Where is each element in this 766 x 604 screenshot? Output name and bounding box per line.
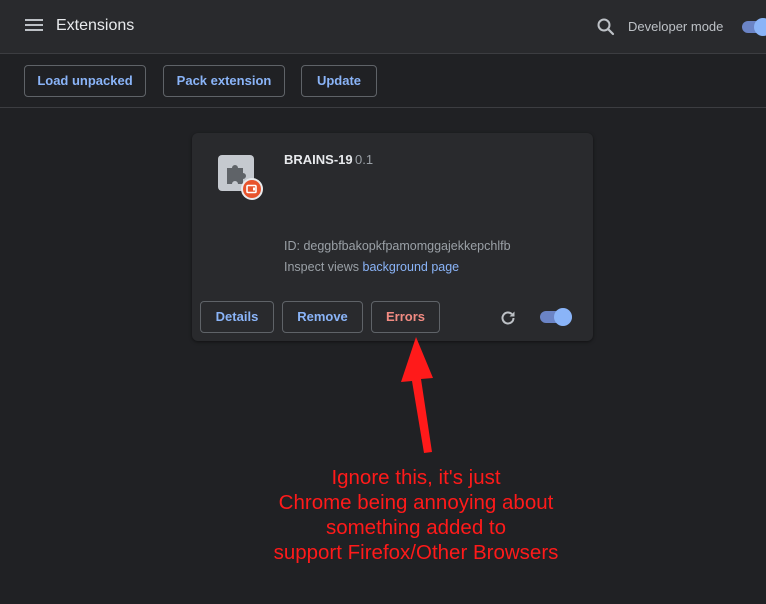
hamburger-menu-icon[interactable] [25,19,43,33]
extension-version: 0.1 [355,152,374,167]
extension-id: ID: deggbfbakopkfpamomggajekkepchlfb [284,239,511,253]
reload-icon[interactable] [497,307,519,329]
extension-enable-toggle[interactable] [540,308,574,326]
annotation-line: something added to [325,516,507,539]
details-button[interactable]: Details [200,301,274,333]
app-header: Extensions Developer mode [0,0,766,54]
annotation-line: Ignore this, it's just [331,466,501,489]
extension-card: BRAINS-19 0.1 ID: deggbfbakopkfpamomggaj… [192,133,593,341]
pack-extension-button[interactable]: Pack extension [163,65,285,97]
search-icon[interactable] [596,17,616,37]
developer-toolbar: Load unpacked Pack extension Update [0,55,766,108]
developer-mode-label: Developer mode [628,19,724,34]
annotation-line: support Firefox/Other Browsers [273,541,559,564]
page-title: Extensions [56,17,135,34]
errors-button[interactable]: Errors [371,301,440,333]
developer-mode-toggle[interactable] [740,18,766,36]
annotation-note: Ignore this, it's just Chrome being anno… [240,465,592,565]
red-arrow-annotation [401,337,433,453]
load-unpacked-button[interactable]: Load unpacked [24,65,146,97]
remove-button[interactable]: Remove [282,301,363,333]
extension-badge-icon [241,178,263,200]
annotation-line: Chrome being annoying about [278,491,554,514]
background-page-link[interactable]: background page [363,260,460,274]
extension-name: BRAINS-19 [284,152,353,167]
update-button[interactable]: Update [301,65,377,97]
inspect-views-label: Inspect views [284,260,360,274]
inspect-views: Inspect views background page [284,260,459,274]
